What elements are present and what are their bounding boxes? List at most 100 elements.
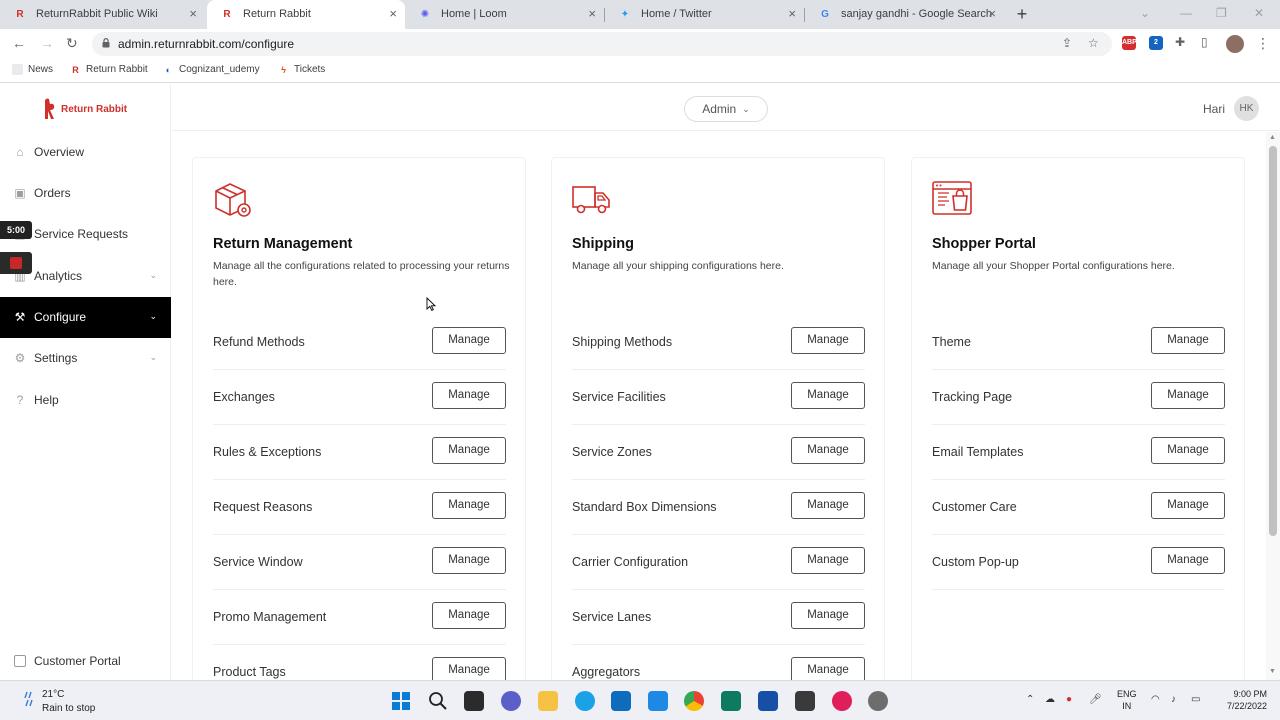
manage-button[interactable]: Manage bbox=[791, 437, 865, 464]
terminal-icon[interactable] bbox=[795, 691, 815, 711]
minimize-icon[interactable]: — bbox=[1180, 6, 1192, 20]
app-logo[interactable]: Return Rabbit bbox=[42, 98, 127, 120]
new-tab-button[interactable]: + bbox=[1013, 4, 1031, 24]
close-window-icon[interactable]: ✕ bbox=[1254, 6, 1264, 20]
spreadsheet-icon[interactable] bbox=[721, 691, 741, 711]
vpn-shield-icon[interactable] bbox=[758, 691, 778, 711]
sidebar-item-configure[interactable]: ⚒ Configure ⌄ bbox=[0, 297, 171, 338]
sidebar-item-settings[interactable]: ⚙ Settings ⌄ bbox=[0, 338, 171, 379]
manage-button[interactable]: Manage bbox=[791, 382, 865, 409]
browser-toolbar: ← → ↻ admin.returnrabbit.com/configure ⇪… bbox=[0, 29, 1280, 59]
tab-label: Return Rabbit bbox=[243, 8, 311, 20]
sidebar-item-orders[interactable]: ▣ Orders bbox=[0, 173, 171, 214]
manage-button[interactable]: Manage bbox=[1151, 382, 1225, 409]
browser-tab[interactable]: R ReturnRabbit Public Wiki × bbox=[0, 0, 205, 29]
tray-security-icon[interactable]: ● bbox=[1066, 694, 1072, 705]
recording-timer[interactable]: 5:00 bbox=[0, 221, 32, 239]
chrome-icon[interactable] bbox=[684, 691, 704, 711]
file-explorer-icon[interactable] bbox=[538, 691, 558, 711]
manage-button[interactable]: Manage bbox=[1151, 327, 1225, 354]
maximize-icon[interactable]: ❐ bbox=[1216, 6, 1227, 20]
bookmark-cognizant-udemy[interactable]: ◐ Cognizant_udemy bbox=[163, 64, 260, 75]
manage-button[interactable]: Manage bbox=[791, 547, 865, 574]
manage-button[interactable]: Manage bbox=[432, 382, 506, 409]
close-tab-icon[interactable]: × bbox=[189, 6, 197, 21]
manage-button[interactable]: Manage bbox=[432, 327, 506, 354]
battery-icon[interactable]: ▭ bbox=[1191, 694, 1200, 705]
manage-button[interactable]: Manage bbox=[1151, 492, 1225, 519]
scroll-up-icon[interactable]: ▲ bbox=[1269, 134, 1276, 141]
browser-tab[interactable]: G sanjay gandhi - Google Search × bbox=[805, 0, 1004, 29]
close-tab-icon[interactable]: × bbox=[588, 6, 596, 21]
return-management-card: Return Management Manage all the configu… bbox=[192, 157, 526, 680]
home-icon: ⌂ bbox=[16, 145, 24, 159]
outlook-icon[interactable] bbox=[611, 691, 631, 711]
edge-browser-icon[interactable] bbox=[575, 691, 595, 711]
input-language[interactable]: ENG IN bbox=[1117, 688, 1137, 712]
browser-tab-active[interactable]: R Return Rabbit × bbox=[207, 0, 405, 29]
extensions-puzzle-icon[interactable]: ✚ bbox=[1175, 35, 1185, 49]
tray-cloud-icon[interactable]: ☁ bbox=[1045, 694, 1055, 705]
config-row-label: Tracking Page bbox=[932, 390, 1013, 404]
teams-chat-icon[interactable] bbox=[501, 691, 521, 711]
config-row: Refund Methods Manage bbox=[213, 315, 506, 370]
volume-icon[interactable]: ♪ bbox=[1171, 694, 1176, 705]
browser-tab[interactable]: ✺ Home | Loom × bbox=[405, 0, 604, 29]
close-tab-icon[interactable]: × bbox=[988, 6, 996, 21]
close-tab-icon[interactable]: × bbox=[788, 6, 796, 21]
browser-menu-icon[interactable]: ⋮ bbox=[1256, 35, 1270, 52]
stop-recording-button[interactable] bbox=[0, 252, 32, 274]
mouse-cursor-icon bbox=[426, 297, 436, 311]
manage-button[interactable]: Manage bbox=[432, 437, 506, 464]
role-dropdown[interactable]: Admin ⌄ bbox=[684, 96, 768, 122]
windows-start-icon[interactable] bbox=[391, 691, 411, 711]
manage-button[interactable]: Manage bbox=[791, 327, 865, 354]
bookmark-star-icon[interactable]: ☆ bbox=[1088, 36, 1099, 50]
sidebar-item-help[interactable]: ? Help bbox=[0, 380, 171, 421]
reload-icon[interactable]: ↻ bbox=[66, 35, 78, 52]
slack-icon[interactable] bbox=[832, 691, 852, 711]
manage-button[interactable]: Manage bbox=[1151, 547, 1225, 574]
bookmark-return-rabbit[interactable]: R Return Rabbit bbox=[70, 64, 147, 75]
wifi-icon[interactable]: ◠ bbox=[1151, 694, 1160, 705]
config-row: Carrier Configuration Manage bbox=[572, 535, 865, 590]
chevron-down-icon: ⌄ bbox=[149, 352, 157, 362]
manage-button[interactable]: Manage bbox=[432, 547, 506, 574]
manage-button[interactable]: Manage bbox=[432, 492, 506, 519]
microphone-icon[interactable]: 🎤︎ bbox=[1089, 694, 1102, 705]
manage-button[interactable]: Manage bbox=[1151, 437, 1225, 464]
shipping-card: Shipping Manage all your shipping config… bbox=[551, 157, 885, 680]
manage-button[interactable]: Manage bbox=[791, 657, 865, 680]
manage-button[interactable]: Manage bbox=[432, 657, 506, 680]
share-icon[interactable]: ⇪ bbox=[1062, 36, 1072, 50]
sidebar-item-overview[interactable]: ⌂ Overview bbox=[0, 132, 171, 173]
customer-portal-link[interactable]: Customer Portal bbox=[14, 654, 121, 668]
extension-badge-icon[interactable]: 2 bbox=[1149, 36, 1163, 50]
bookmark-tickets[interactable]: ϟ Tickets bbox=[278, 64, 325, 75]
close-tab-icon[interactable]: × bbox=[389, 6, 397, 21]
search-icon[interactable] bbox=[428, 691, 448, 711]
system-clock[interactable]: 9:00 PM 7/22/2022 bbox=[1213, 688, 1267, 712]
tab-search-icon[interactable]: ⌄ bbox=[1140, 6, 1150, 20]
app-l-icon[interactable] bbox=[648, 691, 668, 711]
manage-button[interactable]: Manage bbox=[432, 602, 506, 629]
scroll-down-icon[interactable]: ▼ bbox=[1269, 668, 1276, 675]
page-scrollbar[interactable]: ▲ ▼ bbox=[1266, 132, 1280, 680]
adblock-extension-icon[interactable]: ABP bbox=[1122, 36, 1137, 50]
side-panel-icon[interactable]: ▯ bbox=[1201, 35, 1208, 49]
tray-overflow-icon[interactable]: ⌃ bbox=[1026, 694, 1034, 705]
profile-avatar[interactable] bbox=[1226, 35, 1244, 53]
avatar[interactable]: HK bbox=[1234, 96, 1259, 121]
manage-button[interactable]: Manage bbox=[791, 492, 865, 519]
bookmark-news[interactable]: News bbox=[12, 64, 53, 75]
back-icon[interactable]: ← bbox=[12, 35, 26, 51]
address-bar[interactable]: admin.returnrabbit.com/configure ⇪ ☆ bbox=[92, 32, 1112, 56]
config-row: Email Templates Manage bbox=[932, 425, 1225, 480]
settings-app-icon[interactable] bbox=[868, 691, 888, 711]
scrollbar-thumb[interactable] bbox=[1269, 146, 1277, 536]
forward-icon[interactable]: → bbox=[40, 35, 54, 51]
task-view-icon[interactable] bbox=[464, 691, 484, 711]
manage-button[interactable]: Manage bbox=[791, 602, 865, 629]
browser-tab[interactable]: ✦ Home / Twitter × bbox=[605, 0, 804, 29]
user-name[interactable]: Hari bbox=[1203, 102, 1225, 116]
